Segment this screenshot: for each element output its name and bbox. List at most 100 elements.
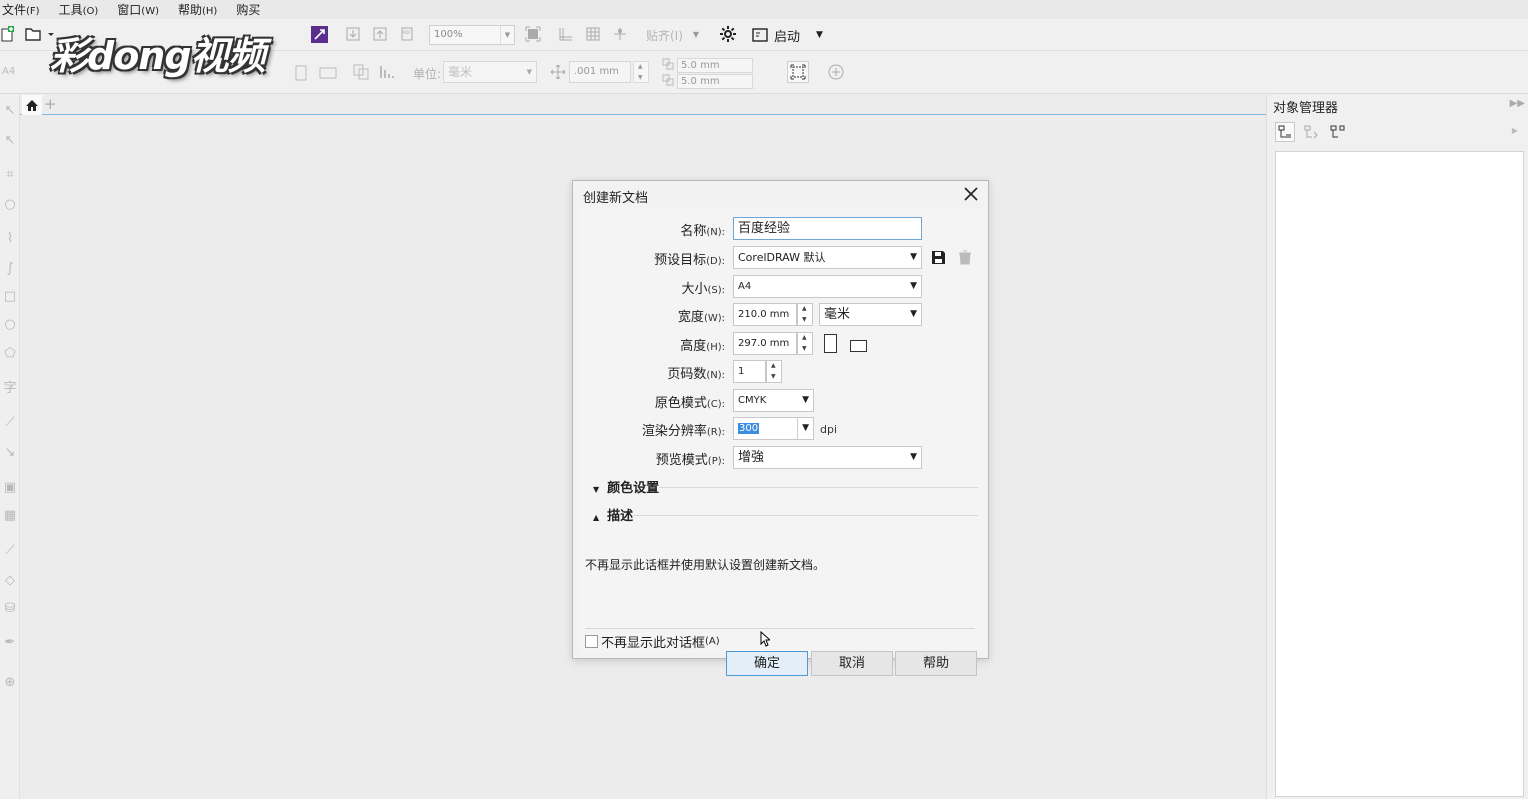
layer-manager-view-icon[interactable] xyxy=(1275,122,1295,142)
add-tab-icon[interactable]: + xyxy=(44,96,57,113)
show-guidelines-icon[interactable] xyxy=(611,25,629,43)
height-spinner[interactable] xyxy=(797,332,813,355)
menu-file[interactable]: 文件(F) xyxy=(2,1,40,18)
duplicate-distance-x-field[interactable]: 5.0 mm xyxy=(677,58,753,73)
page-count-input[interactable]: 1 xyxy=(733,360,766,383)
crop-tool-icon[interactable]: ⌗ xyxy=(2,167,18,183)
options-gear-icon[interactable] xyxy=(718,24,738,44)
nudge-spinner[interactable] xyxy=(633,61,649,83)
smart-fill-tool-icon[interactable]: ⛁ xyxy=(2,601,18,617)
rectangle-tool-icon[interactable]: □ xyxy=(2,289,18,305)
duplicate-distance-y-icon xyxy=(661,73,675,87)
all-pages-icon[interactable] xyxy=(352,63,370,81)
shape-tool-icon[interactable]: ↖ xyxy=(2,133,18,149)
color-mode-value: CMYK xyxy=(738,395,767,406)
show-grid-icon[interactable] xyxy=(584,25,602,43)
cancel-button[interactable]: 取消 xyxy=(811,651,893,676)
dialog-units-value: 毫米 xyxy=(824,307,851,322)
publish-pdf-icon[interactable]: PDF xyxy=(398,25,416,43)
description-section[interactable]: ▲ 描述 xyxy=(593,505,978,524)
import-icon[interactable] xyxy=(344,25,362,43)
size-label: 大小(S): xyxy=(681,278,725,297)
docker-collapse-icon[interactable]: ▶▶ xyxy=(1510,98,1525,109)
units-dropdown[interactable]: 毫米 ▼ xyxy=(819,303,922,326)
document-tab-bar: + xyxy=(20,95,1266,115)
menu-window[interactable]: 窗口(W) xyxy=(117,1,159,18)
current-page-icon[interactable] xyxy=(378,63,398,81)
dont-show-again-row[interactable]: 不再显示此对话框 (A) xyxy=(585,632,720,651)
docker-more-icon[interactable]: ▶ xyxy=(1512,126,1518,135)
color-eyedropper-tool-icon[interactable]: ⟋ xyxy=(2,543,18,559)
duplicate-distance-y-field[interactable]: 5.0 mm xyxy=(677,74,753,89)
width-input[interactable]: 210.0 mm xyxy=(733,303,797,326)
menu-help[interactable]: 帮助(H) xyxy=(178,1,217,18)
add-property-icon[interactable] xyxy=(827,63,845,81)
dialog-close-icon[interactable] xyxy=(962,185,980,203)
zoom-level-select[interactable]: 100% ▼ xyxy=(429,25,515,45)
nudge-distance-field[interactable]: .001 mm xyxy=(569,61,631,83)
menu-buy[interactable]: 购买 xyxy=(236,1,260,18)
transparency-tool-icon[interactable]: ▦ xyxy=(2,508,18,524)
full-screen-preview-icon[interactable] xyxy=(524,25,542,43)
units-select[interactable]: 毫米 ▼ xyxy=(443,61,537,83)
menubar: 文件(F) 工具(O) 窗口(W) 帮助(H) 购买 xyxy=(0,0,1528,19)
connector-tool-icon[interactable]: ↘ xyxy=(2,445,18,461)
height-label-accel: (H): xyxy=(706,342,725,353)
width-label: 宽度(W): xyxy=(678,306,725,325)
object-tree-panel[interactable] xyxy=(1275,151,1524,797)
zoom-tool-icon[interactable]: ○ xyxy=(2,197,18,213)
dont-show-again-checkbox[interactable] xyxy=(585,635,598,648)
show-rulers-icon[interactable] xyxy=(557,25,575,43)
dialog-body: 名称(N): 百度经验 预设目标(D): CorelDRAW 默认 ▼ 大小(S)… xyxy=(580,209,983,676)
artistic-media-tool-icon[interactable]: ∫ xyxy=(2,261,18,277)
text-tool-icon[interactable]: 字 xyxy=(2,381,18,397)
parallel-dimension-tool-icon[interactable]: ⟋ xyxy=(2,415,18,431)
landscape-orientation-icon[interactable] xyxy=(850,340,867,352)
pick-tool-icon[interactable]: ↖ xyxy=(2,103,18,119)
landscape-toggle-icon[interactable] xyxy=(318,64,338,82)
application-launcher[interactable]: 启动 ▼ xyxy=(752,24,823,46)
portrait-toggle-icon[interactable] xyxy=(293,64,309,82)
pages-label-accel: (N): xyxy=(706,370,725,381)
color-settings-section[interactable]: ▼ 颜色设置 xyxy=(593,477,978,496)
preview-mode-select[interactable]: 增強 ▼ xyxy=(733,446,922,469)
page-count-spinner[interactable] xyxy=(766,360,782,383)
width-label-text: 宽度 xyxy=(677,310,704,325)
resolution-dropdown-icon: ▼ xyxy=(797,418,809,439)
rendering-resolution-select[interactable]: 300 ▼ xyxy=(733,417,814,440)
collapse-arrow-icon: ▲ xyxy=(593,513,600,522)
menu-tools-accel: (O) xyxy=(82,6,99,17)
interactive-fill-tool-icon[interactable]: ◇ xyxy=(2,573,18,589)
create-new-document-dialog: 创建新文档 名称(N): 百度经验 预设目标(D): CorelDRAW 默认 ▼… xyxy=(572,180,989,676)
new-document-icon[interactable] xyxy=(0,25,16,43)
treat-as-filled-icon[interactable] xyxy=(787,61,809,83)
ok-button[interactable]: 确定 xyxy=(726,651,808,676)
delete-preset-icon[interactable] xyxy=(957,249,973,265)
freehand-tool-icon[interactable]: ⌇ xyxy=(2,231,18,247)
portrait-orientation-icon[interactable] xyxy=(824,334,837,353)
ellipse-tool-icon[interactable]: ○ xyxy=(2,317,18,333)
menu-tools[interactable]: 工具(O) xyxy=(59,1,99,18)
drop-shadow-tool-icon[interactable]: ▣ xyxy=(2,480,18,496)
color-mode-select[interactable]: CMYK ▼ xyxy=(733,389,814,412)
new-master-layer-icon[interactable] xyxy=(1327,122,1347,142)
height-input[interactable]: 297.0 mm xyxy=(733,332,797,355)
width-spinner[interactable] xyxy=(797,303,813,326)
new-layer-icon[interactable] xyxy=(1301,122,1321,142)
document-name-input[interactable]: 百度经验 xyxy=(733,217,922,240)
home-tab[interactable] xyxy=(22,95,42,115)
color-settings-title: 颜色设置 xyxy=(607,481,660,496)
launcher-dropdown-icon: ▼ xyxy=(816,30,823,40)
corel-connect-icon[interactable] xyxy=(310,25,328,43)
snap-dropdown-icon[interactable]: ▼ xyxy=(690,27,702,41)
outline-pen-tool-icon[interactable]: ✒ xyxy=(2,635,18,651)
resolution-unit: dpi xyxy=(820,423,838,436)
preset-destination-select[interactable]: CorelDRAW 默认 ▼ xyxy=(733,246,922,269)
export-icon[interactable] xyxy=(371,25,389,43)
save-preset-icon[interactable] xyxy=(930,249,946,265)
page-size-select[interactable]: A4 ▼ xyxy=(733,275,922,298)
snap-to-menu[interactable]: 贴齐(I) xyxy=(646,27,683,44)
help-button[interactable]: 帮助 xyxy=(895,651,977,676)
add-tool-icon[interactable]: ⊕ xyxy=(2,675,18,691)
polygon-tool-icon[interactable]: ⬠ xyxy=(2,346,18,362)
